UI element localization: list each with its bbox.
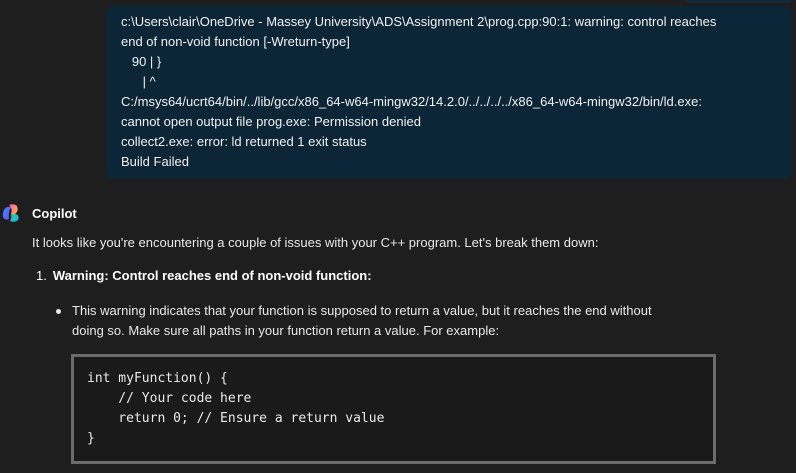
user-message-line: c:\Users\clair\OneDrive - Massey Univers… [121,14,717,29]
user-message-line: | ^ [121,74,156,89]
copilot-logo-icon [0,202,22,224]
code-line: int myFunction() { [87,371,228,386]
user-message-line: C:/msys64/ucrt64/bin/../lib/gcc/x86_64-w… [121,94,702,109]
bullet-text-line: This warning indicates that your functio… [72,303,652,318]
user-message-bubble: c:\Users\clair\OneDrive - Massey Univers… [106,6,792,179]
code-block[interactable]: int myFunction() { // Your code here ret… [71,354,716,464]
assistant-header: Copilot [0,202,77,224]
user-message-line: end of non-void function [-Wreturn-type] [121,34,350,49]
user-message-line: 90 | } [121,54,162,69]
bullet-dot-icon [56,309,61,314]
user-message-line: cannot open output file prog.exe: Permis… [121,114,421,129]
code-line: // Your code here [87,391,252,406]
bullet-text-line: doing so. Make sure all paths in your fu… [72,323,500,338]
user-message-line: Build Failed [121,154,189,169]
list-item-heading: Warning: Control reaches end of non-void… [52,268,372,283]
bullet-text: This warning indicates that your functio… [72,301,736,341]
chat-page: c:\Users\clair\OneDrive - Massey Univers… [0,0,796,473]
assistant-intro-text: It looks like you're encountering a coup… [32,235,599,250]
assistant-name: Copilot [32,205,77,221]
previous-message-edge [686,0,792,3]
numbered-list-item: 1. Warning: Control reaches end of non-vo… [36,267,372,285]
bullet-item: This warning indicates that your functio… [56,301,736,341]
code-line: return 0; // Ensure a return value [87,411,385,426]
list-item-number: 1. [36,268,47,283]
user-message-line: collect2.exe: error: ld returned 1 exit … [121,134,367,149]
code-line: } [87,431,95,446]
